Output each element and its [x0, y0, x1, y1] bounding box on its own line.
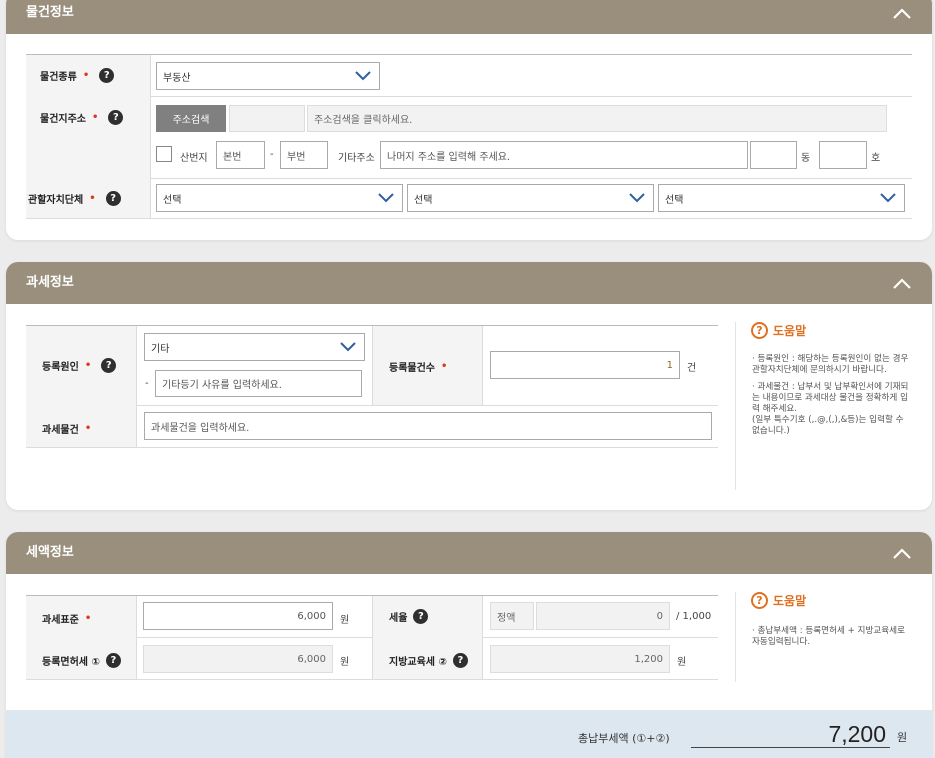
- type-label: 물건종류 •?: [40, 68, 115, 83]
- rate-denominator: / 1,000: [676, 611, 712, 622]
- help-question-icon[interactable]: ?: [105, 191, 121, 206]
- collapse-chevron-icon[interactable]: [892, 276, 912, 290]
- count-unit: 건: [687, 363, 697, 374]
- base-label: 과세표준 •: [42, 613, 92, 626]
- reason-select[interactable]: 기타: [144, 333, 365, 361]
- chevron-down-icon: [355, 71, 371, 81]
- total-label: 총납부세액 (①+②): [578, 732, 670, 745]
- property-panel-header[interactable]: 물건정보: [6, 0, 932, 34]
- chevron-down-icon: [340, 342, 356, 352]
- base-unit: 원: [340, 615, 350, 626]
- rate-type-field: 정액: [490, 602, 534, 630]
- other-address-input[interactable]: 나머지 주소를 입력해 주세요.: [380, 141, 748, 169]
- amount-help-title: ? 도움말: [751, 592, 806, 609]
- sub-number-input[interactable]: 부번: [280, 141, 328, 169]
- help-question-icon[interactable]: ?: [413, 609, 429, 624]
- chevron-down-icon: [880, 193, 896, 203]
- tax-help-title: ? 도움말: [751, 322, 806, 339]
- other-address-label: 기타주소: [338, 153, 375, 164]
- base-input[interactable]: 6,000: [143, 602, 333, 630]
- main-number-input[interactable]: 본번: [216, 141, 265, 169]
- chevron-down-icon: [378, 193, 394, 203]
- help-question-icon[interactable]: ?: [101, 358, 117, 373]
- reg-tax-field: 6,000: [143, 645, 333, 673]
- address-field[interactable]: 주소검색을 클릭하세요.: [307, 105, 887, 132]
- address-search-button[interactable]: 주소검색: [156, 105, 226, 132]
- reason-dash: -: [145, 378, 149, 389]
- edu-tax-unit: 원: [677, 657, 687, 668]
- help-question-icon[interactable]: ?: [99, 68, 115, 83]
- total-bar: 총납부세액 (①+②) 7,200 원: [6, 710, 932, 758]
- rate-label: 세율?: [389, 609, 429, 624]
- local-gov-select-2[interactable]: 선택: [407, 184, 654, 212]
- chevron-down-icon: [629, 193, 645, 203]
- help-circle-icon: ?: [751, 592, 768, 609]
- help-question-icon[interactable]: ?: [452, 653, 468, 668]
- ho-suffix: 호: [871, 153, 881, 164]
- collapse-chevron-icon[interactable]: [892, 6, 912, 20]
- number-dash: -: [270, 149, 274, 160]
- edu-tax-field: 1,200: [490, 645, 670, 673]
- mountain-lot-label: 산번지: [180, 153, 208, 164]
- ho-input[interactable]: [819, 141, 867, 169]
- reg-tax-unit: 원: [340, 657, 350, 668]
- help-question-icon[interactable]: ?: [105, 653, 121, 668]
- amount-panel: 세액정보 과세표준 • 6,000 원 세율? 정액 0 / 1,000 등록면허…: [6, 532, 932, 758]
- amount-panel-header[interactable]: 세액정보: [6, 532, 932, 574]
- collapse-chevron-icon[interactable]: [892, 546, 912, 560]
- property-type-select[interactable]: 부동산: [156, 62, 380, 90]
- tax-panel: 과세정보 등록원인 •? 기타 - 기타등기 사유를 입력하세요. 등록물건수 • …: [6, 262, 932, 510]
- reason-detail-input[interactable]: 기타등기 사유를 입력하세요.: [155, 370, 362, 397]
- tax-panel-title: 과세정보: [26, 275, 74, 290]
- property-panel-title: 물건정보: [26, 5, 74, 20]
- rate-value-field: 0: [536, 602, 670, 630]
- total-unit: 원: [897, 731, 908, 744]
- total-value: 7,200: [691, 720, 890, 748]
- mountain-lot-checkbox[interactable]: [156, 146, 172, 162]
- address-label: 물건지주소 •?: [40, 110, 124, 125]
- help-circle-icon: ?: [751, 322, 768, 339]
- object-label: 과세물건 •: [42, 423, 92, 436]
- count-label: 등록물건수 •: [389, 361, 448, 374]
- local-gov-label: 관할자치단체 •?: [28, 191, 121, 206]
- tax-panel-header[interactable]: 과세정보: [6, 262, 932, 304]
- local-gov-select-1[interactable]: 선택: [156, 184, 403, 212]
- reason-label: 등록원인 •?: [42, 358, 117, 373]
- property-panel: 물건정보 물건종류 •? 부동산 물건지주소 •? 주소검색 주소검색을 클릭하세요…: [6, 0, 932, 240]
- amount-help-body: · 총납부세액 : 등록면허세 + 지방교육세로 자동입력됩니다.: [752, 626, 905, 647]
- count-input[interactable]: 1: [490, 351, 680, 379]
- tax-help-body: · 등록원인 : 해당하는 등록원인이 없는 경우 관할자치단체에 문의하시기 …: [752, 354, 909, 436]
- dong-input[interactable]: [750, 141, 797, 169]
- postal-code-field: [229, 105, 305, 132]
- local-gov-select-3[interactable]: 선택: [658, 184, 905, 212]
- edu-tax-label: 지방교육세 ②?: [389, 653, 468, 668]
- dong-suffix: 동: [801, 153, 811, 164]
- object-input[interactable]: 과세물건을 입력하세요.: [144, 412, 712, 440]
- amount-panel-title: 세액정보: [26, 545, 74, 560]
- help-question-icon[interactable]: ?: [108, 110, 124, 125]
- reg-tax-label: 등록면허세 ①?: [42, 653, 121, 668]
